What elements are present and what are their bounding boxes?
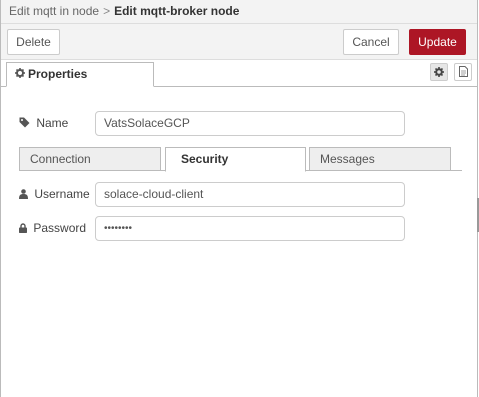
tab-properties[interactable]: Properties [6,62,154,87]
description-tab-button[interactable] [454,63,472,81]
breadcrumb: Edit mqtt in node > Edit mqtt-broker node [1,0,477,24]
tab-properties-label: Properties [28,67,88,81]
tag-icon [19,116,36,130]
cancel-button[interactable]: Cancel [343,29,399,55]
tray-tabbar: Properties [1,60,477,87]
tray-toolbar: Delete Cancel Update [1,24,477,60]
tab-security[interactable]: Security [165,147,306,172]
user-icon [19,187,34,201]
breadcrumb-parent[interactable]: Edit mqtt in node [9,4,99,18]
username-input[interactable]: solace-cloud-client [95,182,405,207]
update-button[interactable]: Update [409,29,466,55]
password-row: Password •••••••• [19,216,409,241]
breadcrumb-current: Edit mqtt-broker node [114,4,240,18]
config-subtabs: Connection Security Messages [19,146,462,172]
tab-messages[interactable]: Messages [309,147,451,171]
tab-connection[interactable]: Connection [19,147,161,171]
username-label-text: Username [34,187,90,201]
gear-icon [15,63,25,85]
file-text-icon [458,65,468,80]
settings-tab-button[interactable] [430,63,448,81]
breadcrumb-separator: > [103,4,111,18]
name-label: Name [19,111,68,136]
name-label-text: Name [36,116,69,130]
delete-button[interactable]: Delete [7,29,60,55]
gear-icon [434,65,444,80]
password-label: Password [19,216,86,241]
username-label: Username [19,182,90,207]
name-input[interactable]: VatsSolaceGCP [95,111,405,136]
edit-node-tray: Edit mqtt in node > Edit mqtt-broker node … [0,0,479,397]
username-row: Username solace-cloud-client [19,182,409,207]
name-row: Name VatsSolaceGCP [19,111,409,136]
lock-icon [19,221,33,235]
password-input[interactable]: •••••••• [95,216,405,241]
password-label-text: Password [33,221,87,235]
